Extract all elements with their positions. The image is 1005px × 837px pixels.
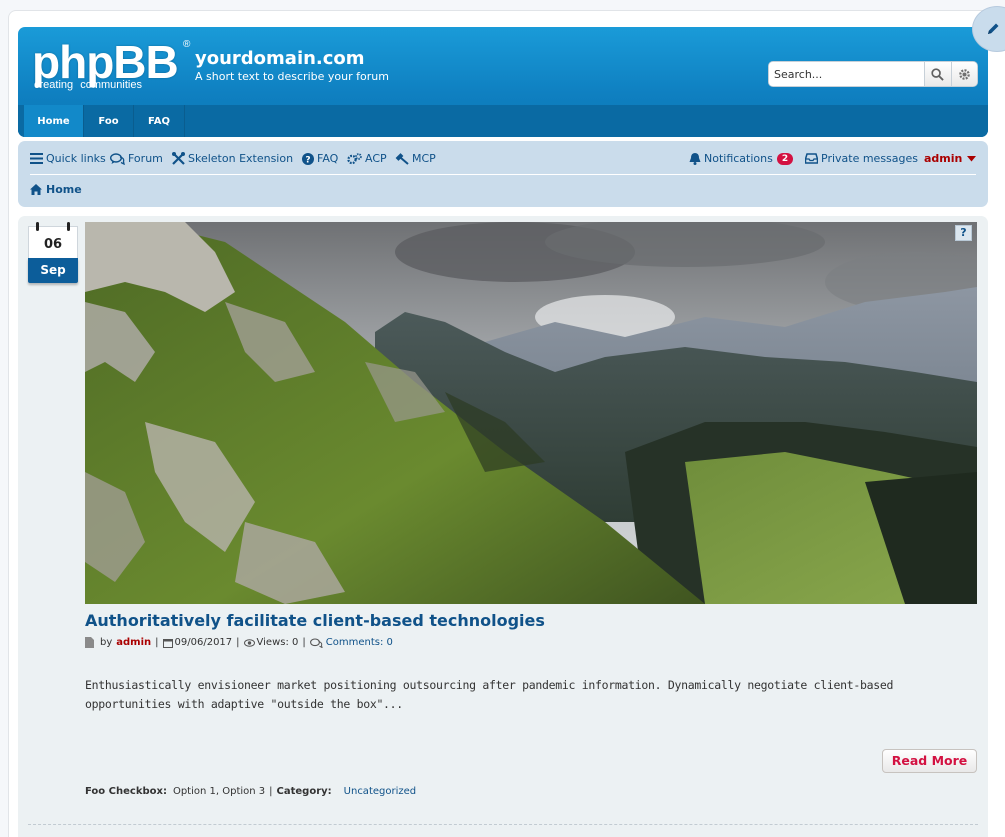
notifications-link[interactable]: Notifications 2 <box>689 152 794 165</box>
gavel-icon <box>395 153 409 165</box>
search-input[interactable] <box>769 62 924 86</box>
faq-link[interactable]: ? FAQ <box>302 152 338 165</box>
inbox-icon <box>805 153 818 164</box>
username-label: admin <box>924 152 963 165</box>
meta-sep-2: | <box>236 637 240 648</box>
question-circle-icon: ? <box>302 152 314 165</box>
phpbb-logo[interactable]: phpBB ® creating communities <box>32 36 190 93</box>
bell-icon <box>689 153 701 165</box>
hamburger-icon <box>30 153 43 164</box>
svg-text:?: ? <box>305 155 310 165</box>
search-box <box>769 62 977 86</box>
meta-sep-1: | <box>155 637 159 648</box>
post-panel: 06 Sep ? Authoritatively facilitate clie… <box>18 216 988 837</box>
meta-comments-link[interactable]: Comments: 0 <box>326 637 393 648</box>
category-label: Category: <box>276 786 332 797</box>
search-button[interactable] <box>924 62 951 86</box>
private-messages-link[interactable]: Private messages <box>805 152 918 165</box>
comments-icon <box>110 152 125 165</box>
faq-label: FAQ <box>317 152 339 165</box>
post-title[interactable]: Authoritatively facilitate client-based … <box>85 611 545 630</box>
forum-link[interactable]: Forum <box>110 152 163 165</box>
calendar-ring-right <box>67 222 70 231</box>
notifications-label: Notifications <box>704 152 773 165</box>
post-hero-image[interactable] <box>85 222 977 604</box>
post-month: Sep <box>28 258 78 283</box>
post-meta: by admin | 09/06/2017 | Views: 0 | Comme… <box>85 637 397 648</box>
pencil-icon <box>988 23 999 34</box>
calendar-ring-left <box>36 222 39 231</box>
quick-links-label: Quick links <box>46 152 106 165</box>
document-icon <box>85 637 94 648</box>
tab-faq[interactable]: FAQ <box>134 105 185 137</box>
cogs-icon <box>347 152 362 164</box>
eye-icon <box>243 638 255 647</box>
post-fields: Foo Checkbox: Option 1, Option 3 | Categ… <box>85 786 416 797</box>
read-more-button[interactable]: Read More <box>882 749 977 773</box>
meta-date: 09/06/2017 <box>174 637 233 648</box>
meta-views: Views: 0 <box>256 637 299 648</box>
logo-registered-mark: ® <box>183 39 191 50</box>
skeleton-extension-label: Skeleton Extension <box>188 152 294 165</box>
tab-foo[interactable]: Foo <box>84 105 134 137</box>
mcp-link[interactable]: MCP <box>395 152 436 165</box>
navbar-divider <box>30 174 976 175</box>
navbar-panel: Quick links Forum Skeleton Extension ? F… <box>18 141 988 207</box>
category-link[interactable]: Uncategorized <box>344 786 416 797</box>
tab-foo-label: Foo <box>98 115 119 127</box>
header-tab-bar: Home Foo FAQ <box>18 105 988 137</box>
home-icon <box>30 184 42 195</box>
meta-author[interactable]: admin <box>116 637 151 648</box>
gear-icon <box>958 68 970 80</box>
caret-down-icon <box>967 155 977 161</box>
breadcrumb-home: Home <box>46 183 82 196</box>
skeleton-extension-link[interactable]: Skeleton Extension <box>172 152 293 165</box>
magnifier-icon <box>931 67 944 81</box>
meta-sep-3: | <box>302 637 306 648</box>
logo-tag-communities: communities <box>80 79 142 91</box>
post-day: 06 <box>28 226 78 258</box>
mountain-landscape-image <box>85 222 977 604</box>
navbar-links-row: Quick links Forum Skeleton Extension ? F… <box>30 152 979 168</box>
logo-tagline: creating communities <box>32 79 144 91</box>
comments-icon <box>309 637 323 648</box>
tab-faq-label: FAQ <box>148 115 170 127</box>
foo-checkbox-label: Foo Checkbox: <box>85 786 167 797</box>
post-excerpt: Enthusiastically envisioneer market posi… <box>85 678 894 711</box>
acp-link[interactable]: ACP <box>347 152 387 165</box>
private-messages-label: Private messages <box>821 152 919 165</box>
help-button[interactable]: ? <box>955 225 972 241</box>
logo-tag-creating: creating <box>34 79 74 91</box>
site-header: phpBB ® creating communities yourdomain.… <box>18 27 988 137</box>
post-divider <box>28 824 978 825</box>
user-menu[interactable]: admin <box>924 152 979 165</box>
tab-home[interactable]: Home <box>24 105 84 137</box>
notifications-badge: 2 <box>776 152 794 165</box>
foo-checkbox-value: Option 1, Option 3 <box>172 786 266 797</box>
acp-label: ACP <box>365 152 387 165</box>
calendar-icon <box>162 638 173 648</box>
post-date-calendar: 06 Sep <box>28 222 78 283</box>
forum-label: Forum <box>128 152 163 165</box>
site-description: A short text to describe your forum <box>195 70 389 83</box>
meta-by: by <box>100 637 113 648</box>
mcp-label: MCP <box>412 152 436 165</box>
fields-separator: | <box>269 786 273 797</box>
breadcrumb[interactable]: Home <box>30 183 82 196</box>
quick-links-menu[interactable]: Quick links <box>30 152 106 165</box>
advanced-search-button[interactable] <box>950 62 977 86</box>
site-name[interactable]: yourdomain.com <box>195 48 365 69</box>
tab-home-label: Home <box>37 115 70 127</box>
wrench-icon <box>172 152 185 165</box>
